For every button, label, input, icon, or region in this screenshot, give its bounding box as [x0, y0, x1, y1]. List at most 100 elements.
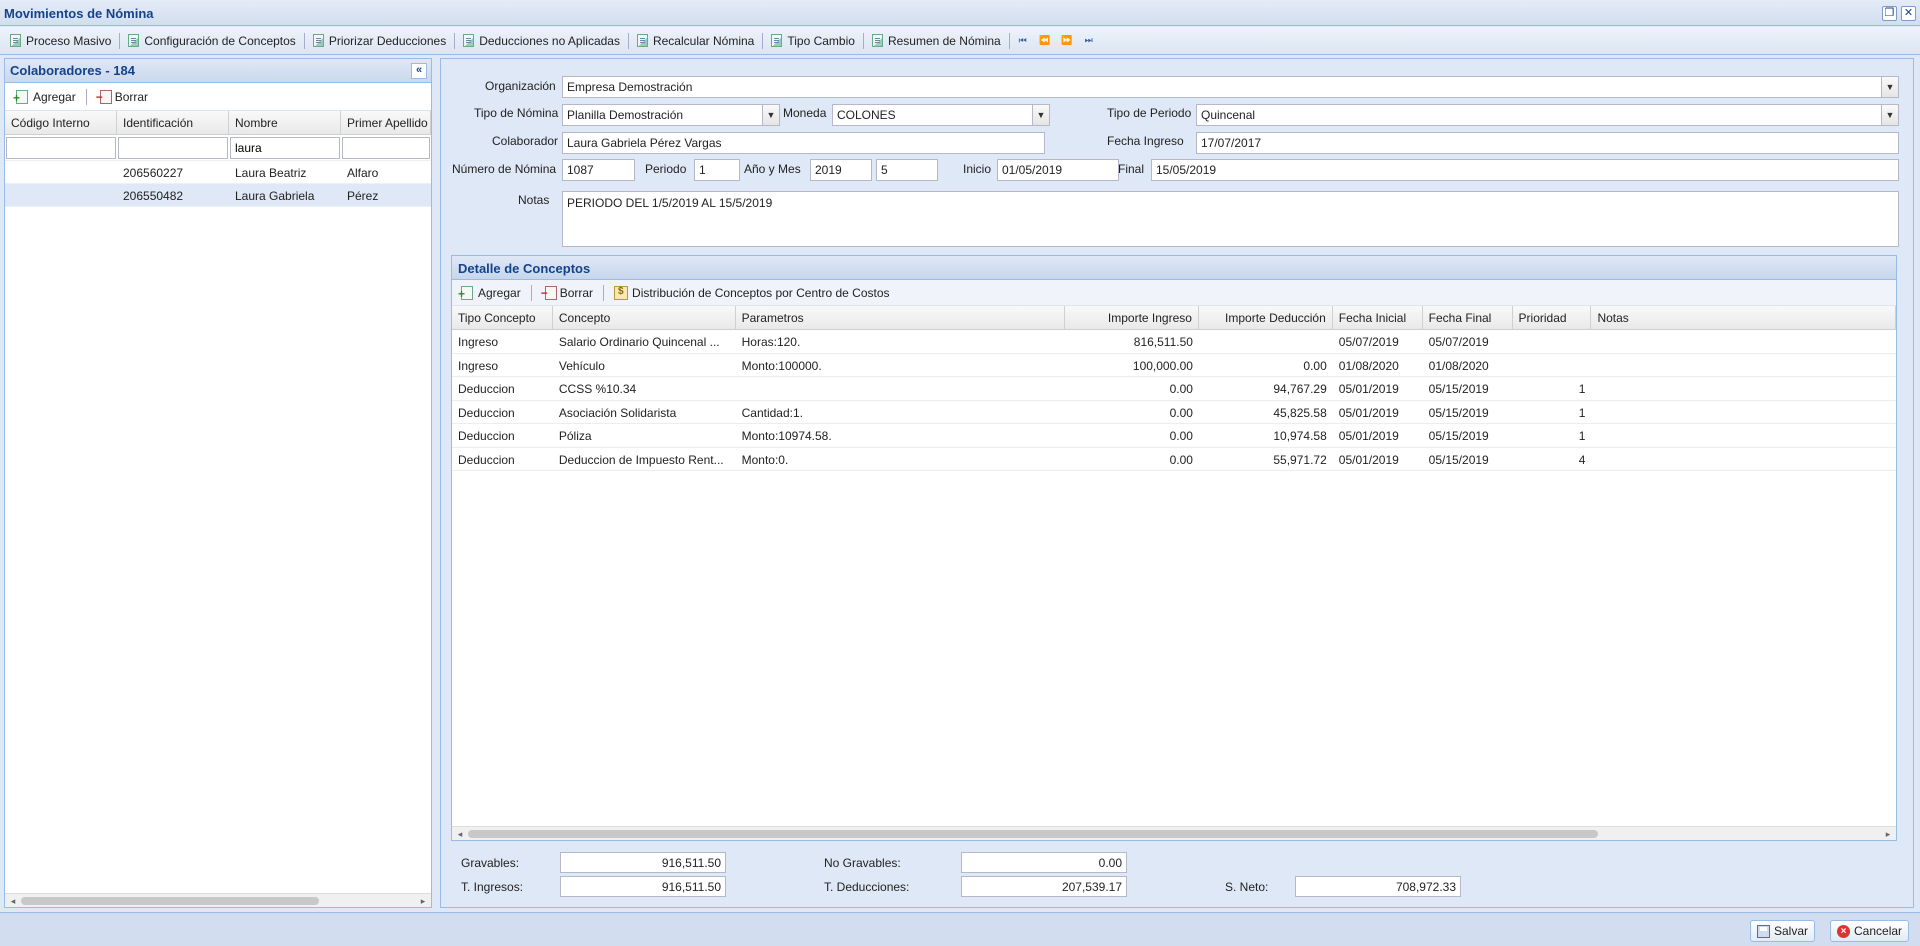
- money-icon: [614, 285, 629, 300]
- column-header-importe-ingreso[interactable]: Importe Ingreso: [1065, 306, 1199, 329]
- filter-nombre-input[interactable]: [230, 137, 340, 159]
- next-record-icon[interactable]: ⏩: [1058, 33, 1076, 49]
- first-record-icon[interactable]: ⏮: [1014, 33, 1032, 49]
- fecha-ingreso-field[interactable]: 17/07/2017: [1196, 132, 1899, 154]
- recalcular-nomina-button[interactable]: Recalcular Nómina: [631, 30, 760, 52]
- mes-field[interactable]: 5: [876, 159, 938, 181]
- tipo-cambio-button[interactable]: Tipo Cambio: [765, 30, 861, 52]
- document-icon: [636, 34, 648, 47]
- scroll-left-icon[interactable]: ◂: [7, 894, 19, 908]
- last-record-icon[interactable]: ⏭: [1080, 33, 1098, 49]
- numero-nomina-field[interactable]: 1087: [562, 159, 635, 181]
- save-button[interactable]: Salvar: [1750, 920, 1816, 942]
- cell-concepto: Asociación Solidarista: [558, 405, 677, 420]
- column-header-identificacion[interactable]: Identificación: [117, 111, 229, 134]
- chevron-down-icon[interactable]: ▼: [762, 105, 779, 125]
- cell-importe-ingreso: 0.00: [1169, 452, 1193, 467]
- restore-icon[interactable]: ❐: [1882, 6, 1897, 21]
- column-header-fecha-final[interactable]: Fecha Final: [1423, 306, 1513, 329]
- final-field[interactable]: 15/05/2019: [1151, 159, 1899, 181]
- filter-apellido-input[interactable]: [342, 137, 430, 159]
- separator: [1008, 32, 1010, 49]
- organizacion-select[interactable]: Empresa Demostración ▼: [562, 76, 1899, 98]
- cell-prioridad: 1: [1578, 405, 1586, 420]
- collaborators-horizontal-scrollbar[interactable]: ◂ ▸: [5, 893, 431, 907]
- configuracion-conceptos-button[interactable]: Configuración de Conceptos: [122, 30, 301, 52]
- cell-fecha-final: 05/15/2019: [1428, 452, 1489, 467]
- column-header-fecha-inicial[interactable]: Fecha Inicial: [1333, 306, 1423, 329]
- button-label: Recalcular Nómina: [652, 33, 755, 48]
- table-row[interactable]: Deduccion CCSS %10.34 0.00 94,767.29 05/01/2…: [452, 377, 1896, 401]
- column-header-concepto[interactable]: Concepto: [553, 306, 736, 329]
- scroll-thumb[interactable]: [468, 830, 1598, 838]
- moneda-select[interactable]: COLONES ▼: [832, 104, 1050, 126]
- column-header-codigo[interactable]: Código Interno: [5, 111, 117, 134]
- filter-codigo-input[interactable]: [6, 137, 116, 159]
- add-collaborator-button[interactable]: Agregar: [11, 89, 80, 104]
- column-header-nombre[interactable]: Nombre: [229, 111, 341, 134]
- scroll-thumb[interactable]: [21, 897, 319, 905]
- colaborador-field[interactable]: Laura Gabriela Pérez Vargas: [562, 132, 1045, 154]
- tipo-periodo-value: Quincenal: [1201, 108, 1256, 122]
- column-header-apellido[interactable]: Primer Apellido: [341, 111, 431, 134]
- column-header-parametros[interactable]: Parametros: [736, 306, 1066, 329]
- column-header-notas[interactable]: Notas: [1591, 306, 1897, 329]
- final-label: Final: [1118, 162, 1145, 176]
- chevron-down-icon[interactable]: ▼: [1881, 105, 1898, 125]
- window-title: Movimientos de Nómina: [4, 6, 154, 21]
- table-row[interactable]: 206560227 Laura Beatriz Alfaro: [5, 161, 431, 184]
- t-deducciones-field: 207,539.17: [961, 876, 1127, 897]
- chevron-down-icon[interactable]: ▼: [1881, 77, 1898, 97]
- tipo-nomina-label: Tipo de Nómina: [474, 106, 559, 120]
- scroll-left-icon[interactable]: ◂: [454, 827, 466, 841]
- periodo-field[interactable]: 1: [694, 159, 740, 181]
- delete-concept-button[interactable]: Borrar: [538, 285, 597, 300]
- scroll-right-icon[interactable]: ▸: [417, 894, 429, 908]
- scroll-right-icon[interactable]: ▸: [1882, 827, 1894, 841]
- separator: [862, 32, 864, 49]
- detalle-toolbar: Agregar Borrar Distribución de Conceptos…: [452, 280, 1896, 306]
- previous-record-icon[interactable]: ⏪: [1036, 33, 1054, 49]
- collapse-left-icon[interactable]: «: [411, 63, 427, 79]
- priorizar-deducciones-button[interactable]: Priorizar Deducciones: [307, 30, 452, 52]
- detalle-horizontal-scrollbar[interactable]: ◂ ▸: [452, 826, 1896, 840]
- inicio-field[interactable]: 01/05/2019: [997, 159, 1119, 181]
- filter-identificacion-input[interactable]: [118, 137, 228, 159]
- cell-parametros: Monto:100000.: [741, 358, 822, 373]
- detalle-grid-header: Tipo Concepto Concepto Parametros Import…: [452, 306, 1897, 330]
- cell-notas: [1591, 424, 1896, 447]
- button-label: Resumen de Nómina: [887, 33, 1001, 48]
- table-row[interactable]: Ingreso Vehículo Monto:100000. 100,000.00 0.…: [452, 354, 1896, 377]
- cancel-button[interactable]: × Cancelar: [1830, 920, 1910, 942]
- colaborador-label: Colaborador: [492, 134, 559, 148]
- organizacion-value: Empresa Demostración: [567, 80, 693, 94]
- cancel-icon: ×: [1837, 924, 1850, 938]
- anio-field[interactable]: 2019: [810, 159, 872, 181]
- column-header-tipo[interactable]: Tipo Concepto: [452, 306, 553, 329]
- close-icon[interactable]: ✕: [1901, 6, 1916, 21]
- distribution-button[interactable]: Distribución de Conceptos por Centro de …: [610, 285, 893, 300]
- tipo-nomina-select[interactable]: Planilla Demostración ▼: [562, 104, 780, 126]
- table-row[interactable]: Deduccion Póliza Monto:10974.58. 0.00 10,974…: [452, 424, 1896, 448]
- deducciones-no-aplicadas-button[interactable]: Deducciones no Aplicadas: [457, 30, 626, 52]
- proceso-masivo-button[interactable]: Proceso Masivo: [4, 30, 117, 52]
- chevron-down-icon[interactable]: ▼: [1032, 105, 1049, 125]
- tipo-periodo-select[interactable]: Quincenal ▼: [1196, 104, 1899, 126]
- separator: [762, 32, 764, 49]
- no-gravables-field: 0.00: [961, 852, 1127, 873]
- table-row[interactable]: Deduccion Deduccion de Impuesto Rent... Mo…: [452, 448, 1896, 471]
- notas-textarea[interactable]: PERIODO DEL 1/5/2019 AL 15/5/2019: [562, 191, 1899, 247]
- column-header-prioridad[interactable]: Prioridad: [1513, 306, 1592, 329]
- add-icon: [13, 89, 29, 104]
- table-row[interactable]: Ingreso Salario Ordinario Quincenal ... Ho…: [452, 330, 1896, 354]
- detalle-conceptos-panel: Detalle de Conceptos Agregar Borrar Dist…: [451, 255, 1897, 841]
- column-header-importe-deduccion[interactable]: Importe Deducción: [1199, 306, 1333, 329]
- delete-collaborator-button[interactable]: Borrar: [93, 89, 152, 104]
- cell-fecha-inicial: 05/01/2019: [1338, 382, 1399, 396]
- cell-notas: [1591, 377, 1896, 400]
- cell-parametros: Horas:120.: [741, 335, 801, 349]
- add-concept-button[interactable]: Agregar: [456, 285, 525, 300]
- resumen-nomina-button[interactable]: Resumen de Nómina: [866, 30, 1007, 52]
- table-row[interactable]: Deduccion Asociación Solidarista Cantidad:…: [452, 401, 1896, 424]
- table-row[interactable]: 206550482 Laura Gabriela Pérez: [5, 184, 431, 207]
